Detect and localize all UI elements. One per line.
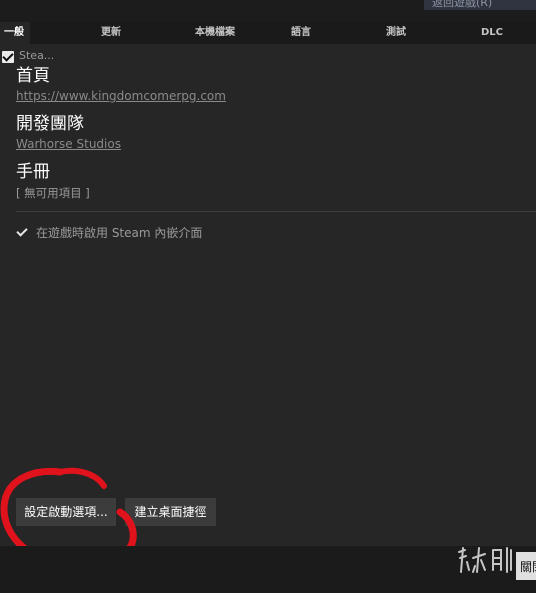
set-launch-options-button[interactable]: 設定啟動選項... (16, 498, 116, 526)
checkmark-icon[interactable] (2, 51, 14, 63)
tab-updates[interactable]: 更新 (101, 22, 121, 44)
tab-general[interactable]: 一般 (0, 22, 30, 44)
close-button[interactable]: 關閉 (516, 552, 536, 580)
steam-overlay-label: 在遊戲時啟用 Steam 內嵌介面 (36, 226, 203, 240)
close-label: 關閉 (520, 560, 536, 574)
bottom-bar (0, 546, 536, 593)
manual-heading: 手冊 (16, 162, 50, 182)
tab-bar: 一般 更新 本機檔案 語言 測試 DLC (0, 22, 536, 44)
tab-language[interactable]: 語言 (291, 22, 311, 44)
create-desktop-shortcut-button[interactable]: 建立桌面捷徑 (125, 498, 216, 526)
homepage-link[interactable]: https://www.kingdomcomerpg.com (16, 89, 226, 103)
tab-betas[interactable]: 測試 (386, 22, 406, 44)
homepage-heading: 首頁 (16, 66, 50, 86)
developer-heading: 開發團隊 (16, 114, 84, 134)
section-divider (16, 211, 536, 212)
tab-dlc[interactable]: DLC (481, 22, 503, 44)
checkmark-icon[interactable] (16, 226, 28, 238)
developer-link[interactable]: Warhorse Studios (16, 137, 121, 151)
return-to-game-label: 返回遊戲(R) (432, 0, 493, 9)
return-to-game-button[interactable]: 返回遊戲(R) (424, 0, 536, 10)
game-properties-window: 返回遊戲(R) 一般 更新 本機檔案 語言 測試 DLC Stea... 首頁 … (0, 0, 536, 593)
manual-value: [ 無可用項目 ] (16, 186, 90, 200)
tab-local-files[interactable]: 本機檔案 (195, 22, 235, 44)
